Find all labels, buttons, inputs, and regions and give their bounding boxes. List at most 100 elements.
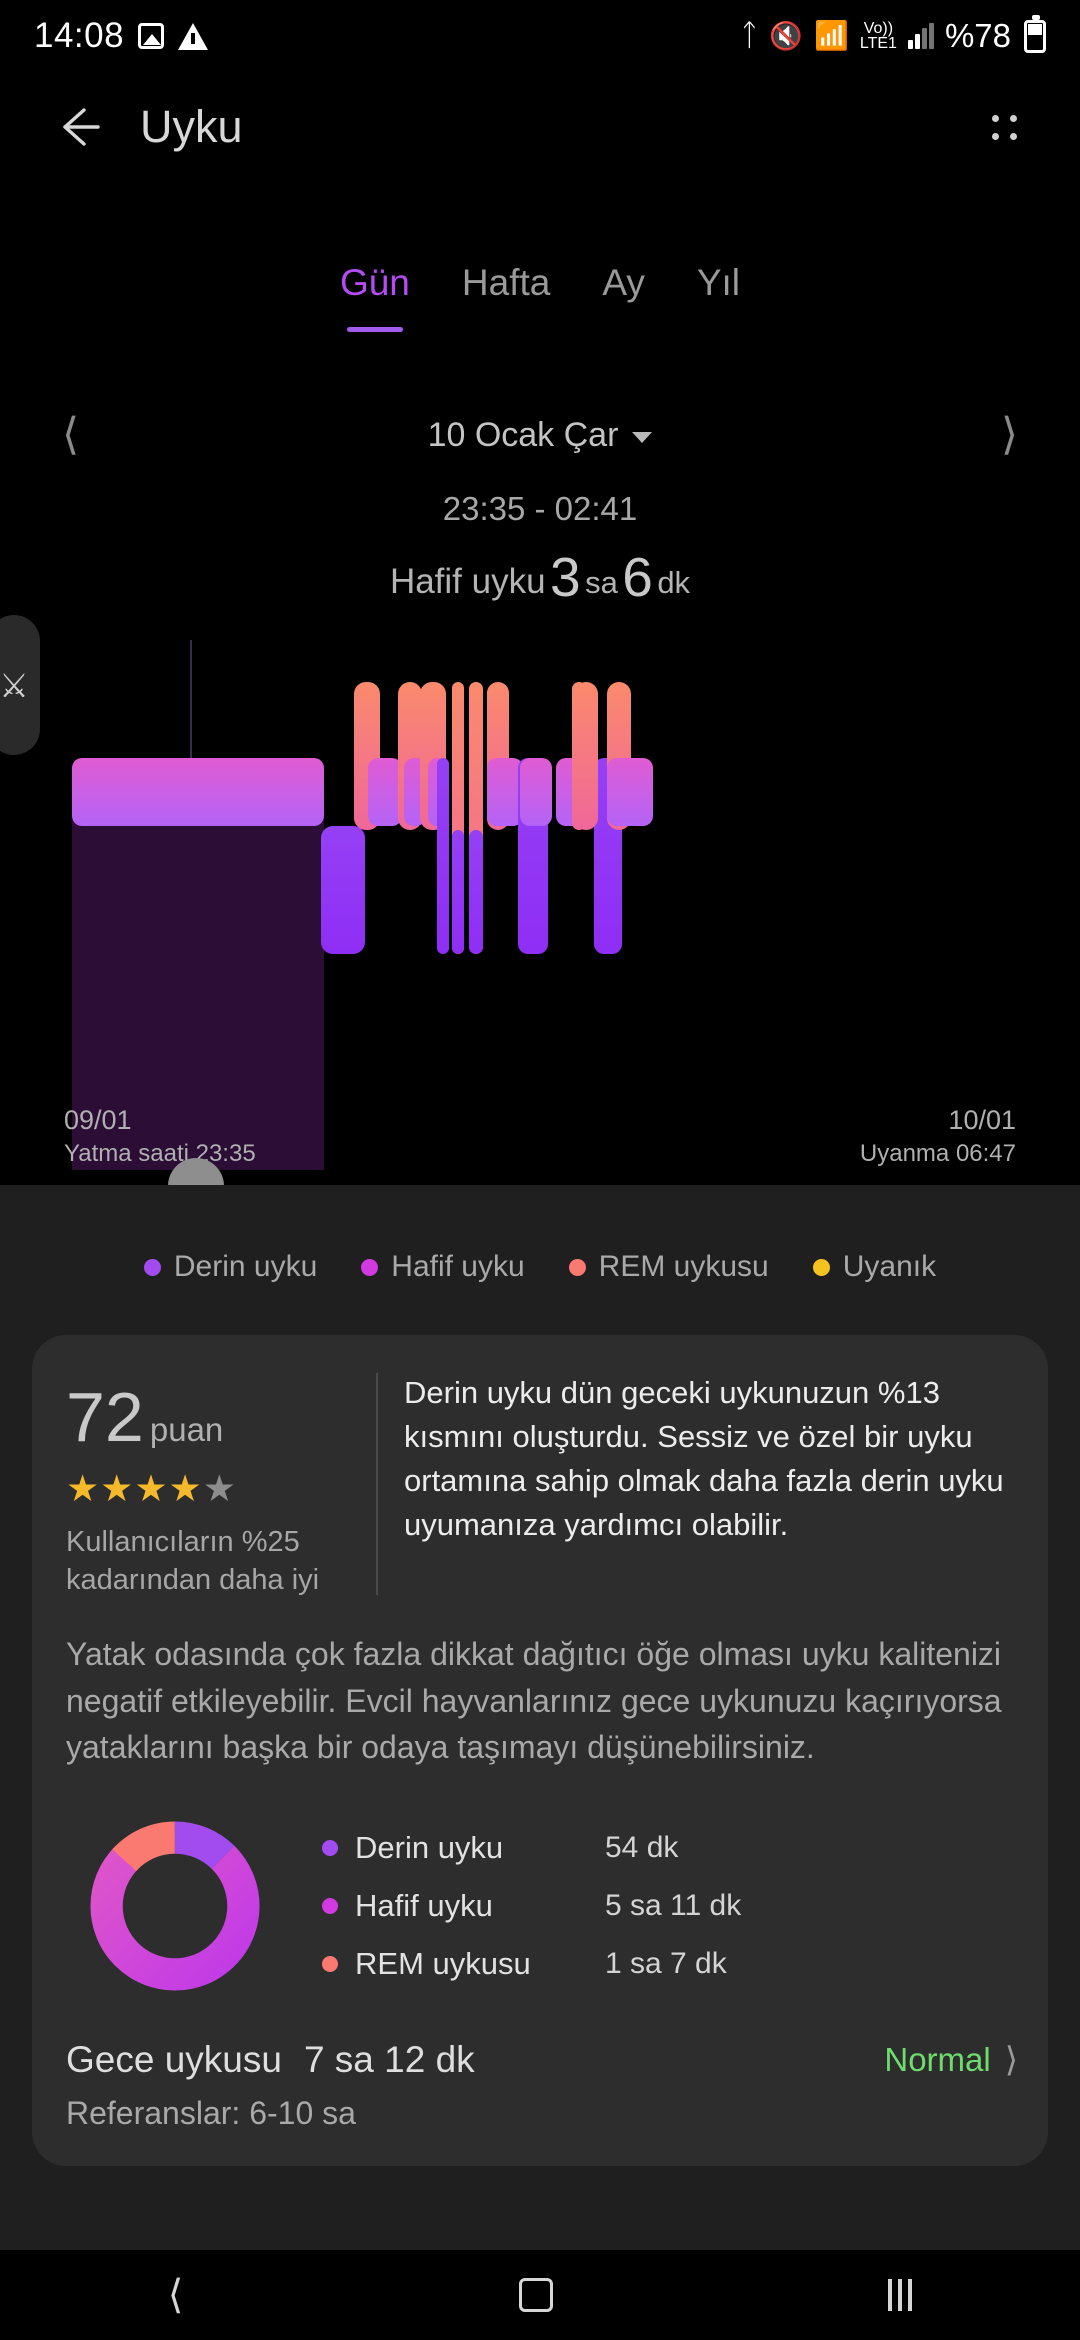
night-sleep-value: 7 sa 12 dk xyxy=(303,2038,475,2080)
breakdown-list: Derin uyku 54 dk Hafif uyku 5 sa 11 dk R… xyxy=(322,1830,1018,1982)
bedtime-date: 09/01 xyxy=(64,1105,132,1135)
mute-icon: 🔇 xyxy=(769,20,803,51)
breakdown-value-deep: 54 dk xyxy=(605,1830,679,1864)
star-icon-3: ★ xyxy=(134,1468,169,1509)
battery-label: %78 xyxy=(944,17,1011,54)
legend-item-deep: Derin uyku xyxy=(143,1250,318,1284)
sleep-score: 72 xyxy=(66,1378,144,1456)
reference-range-label: Referanslar: 6-10 sa xyxy=(66,2094,356,2131)
page-title: Uyku xyxy=(140,101,243,152)
chevron-right-icon[interactable]: ⟩ xyxy=(1005,2043,1018,2077)
score-card-top: 72 puan ★★★★★ Kullanıcıların %25 kadarın… xyxy=(66,1369,1018,1599)
segment-deep-2 xyxy=(437,758,449,954)
image-icon xyxy=(138,23,165,49)
breakdown-dot-deep xyxy=(322,1839,338,1856)
status-badge: Normal xyxy=(884,2040,991,2078)
segment-light-2 xyxy=(368,758,402,826)
breakdown-label-deep: Derin uyku xyxy=(355,1829,504,1865)
legend-item-awake: Uyanık xyxy=(812,1250,937,1284)
nav-back-icon[interactable]: ⟨ xyxy=(168,2275,184,2315)
legend-dot-awake xyxy=(812,1258,830,1276)
segment-deep-3 xyxy=(452,830,464,954)
breakdown-row-light: Hafif uyku 5 sa 11 dk xyxy=(322,1888,1018,1924)
volte-top-label: Vo)) xyxy=(863,19,894,37)
nav-recents-icon[interactable] xyxy=(888,2279,913,2311)
star-icon-5: ★ xyxy=(202,1468,237,1509)
star-icon-1: ★ xyxy=(66,1468,101,1509)
sleep-breakdown-row: Derin uyku 54 dk Hafif uyku 5 sa 11 dk R… xyxy=(66,1811,1018,2001)
date-selector[interactable]: 10 Ocak Çar xyxy=(428,416,653,455)
breakdown-dot-light xyxy=(322,1897,338,1914)
warning-icon xyxy=(178,22,209,50)
star-icon-4: ★ xyxy=(168,1468,203,1509)
breakdown-value-rem: 1 sa 7 dk xyxy=(605,1946,727,1980)
score-comparison: Kullanıcıların %25 kadarından daha iyi xyxy=(66,1526,320,1596)
night-sleep-row[interactable]: Gece uykusu 7 sa 12 dk Normal ⟩ xyxy=(66,2039,1018,2081)
main-stat-hours-unit: sa xyxy=(585,565,618,600)
chart-axis-right: 10/01 Uyanma 06:47 xyxy=(860,1105,1016,1168)
legend-label-awake: Uyanık xyxy=(842,1250,937,1283)
breakdown-value-light: 5 sa 11 dk xyxy=(605,1888,742,1922)
segment-light-5 xyxy=(487,758,523,826)
star-icon-2: ★ xyxy=(100,1468,135,1509)
bluetooth-icon: ᛏ xyxy=(740,19,759,52)
night-sleep-label: Gece uykusu xyxy=(66,2038,282,2080)
period-tabs: Gün Hafta Ay Yıl xyxy=(0,262,1080,304)
score-line: 72 puan xyxy=(66,1377,376,1457)
back-arrow-icon[interactable] xyxy=(48,98,106,156)
status-time: 14:08 xyxy=(34,16,125,55)
legend-item-rem: REM uykusu xyxy=(568,1250,769,1284)
sleep-insight-text: Derin uyku dün geceki uykunuzun %13 kısm… xyxy=(404,1375,1004,1543)
app-bar: Uyku xyxy=(0,72,1080,182)
sleep-score-unit: puan xyxy=(149,1411,224,1448)
nav-home-icon[interactable] xyxy=(518,2278,553,2312)
system-nav-bar: ⟨ xyxy=(0,2250,1080,2340)
chevron-left-icon[interactable]: ⟨ xyxy=(62,413,79,457)
breakdown-row-rem: REM uykusu 1 sa 7 dk xyxy=(322,1946,1018,1982)
tab-week[interactable]: Hafta xyxy=(436,262,576,304)
segment-light-6 xyxy=(520,758,552,826)
night-sleep-status-group[interactable]: Normal ⟩ xyxy=(884,2041,1018,2079)
legend-label-deep: Derin uyku xyxy=(173,1250,318,1283)
status-bar-right: ᛏ 🔇 📶 Vo)) LTE1 %78 xyxy=(740,14,1046,55)
breakdown-label-rem: REM uykusu xyxy=(355,1945,531,1981)
status-bar: 14:08 ᛏ 🔇 📶 Vo)) LTE1 %78 xyxy=(0,0,1080,72)
sleep-score-card[interactable]: 72 puan ★★★★★ Kullanıcıların %25 kadarın… xyxy=(32,1335,1048,2166)
card-divider xyxy=(376,1373,378,1596)
wifi-icon: 📶 xyxy=(814,20,849,51)
chevron-right-icon[interactable]: ⟩ xyxy=(1001,413,1018,457)
volte-icon: Vo)) LTE1 xyxy=(859,19,897,52)
tab-day[interactable]: Gün xyxy=(314,262,436,304)
bedtime-label: Yatma saati 23:35 xyxy=(64,1140,256,1167)
sleep-time-range: 23:35 - 02:41 xyxy=(442,490,638,527)
main-stat-minutes-unit: dk xyxy=(657,565,691,600)
caret-down-icon xyxy=(632,431,653,443)
selected-date: 10 Ocak Çar xyxy=(427,415,619,454)
legend-item-light: Hafif uyku xyxy=(361,1250,525,1284)
breakdown-label-light: Hafif uyku xyxy=(355,1887,493,1923)
sleep-stage-chart[interactable] xyxy=(0,640,1080,1170)
tab-year[interactable]: Yıl xyxy=(671,262,766,304)
main-sleep-stat: Hafif uyku 3 sa 6 dk xyxy=(0,545,1080,609)
tab-month[interactable]: Ay xyxy=(576,262,671,304)
main-stat-label: Hafif uyku xyxy=(389,562,546,601)
segment-light-1 xyxy=(72,758,324,826)
segment-deep-1 xyxy=(321,826,365,954)
star-rating: ★★★★★ xyxy=(66,1467,376,1510)
legend-label-rem: REM uykusu xyxy=(598,1250,769,1283)
waketime-label: Uyanma 06:47 xyxy=(859,1140,1016,1167)
legend-dot-rem xyxy=(568,1258,586,1276)
legend-dot-light xyxy=(361,1258,379,1276)
phone-screen: 14:08 ᛏ 🔇 📶 Vo)) LTE1 %78 Uyku Gün Hafta… xyxy=(0,0,1080,2340)
date-navigator: ⟨ 10 Ocak Çar ⟩ xyxy=(0,405,1080,465)
main-stat-minutes: 6 xyxy=(622,546,653,608)
sleep-donut-chart xyxy=(90,1820,260,1991)
sleep-advice-text: Yatak odasında çok fazla dikkat dağıtıcı… xyxy=(66,1636,1002,1766)
waketime-date: 10/01 xyxy=(948,1105,1016,1135)
score-column: 72 puan ★★★★★ Kullanıcıların %25 kadarın… xyxy=(66,1369,376,1599)
chart-axis-left: 09/01 Yatma saati 23:35 xyxy=(64,1105,256,1168)
more-options-icon[interactable] xyxy=(976,99,1032,155)
breakdown-row-deep: Derin uyku 54 dk xyxy=(322,1830,1018,1866)
volte-bottom-label: LTE1 xyxy=(859,35,897,52)
breakdown-dot-rem xyxy=(322,1955,338,1972)
